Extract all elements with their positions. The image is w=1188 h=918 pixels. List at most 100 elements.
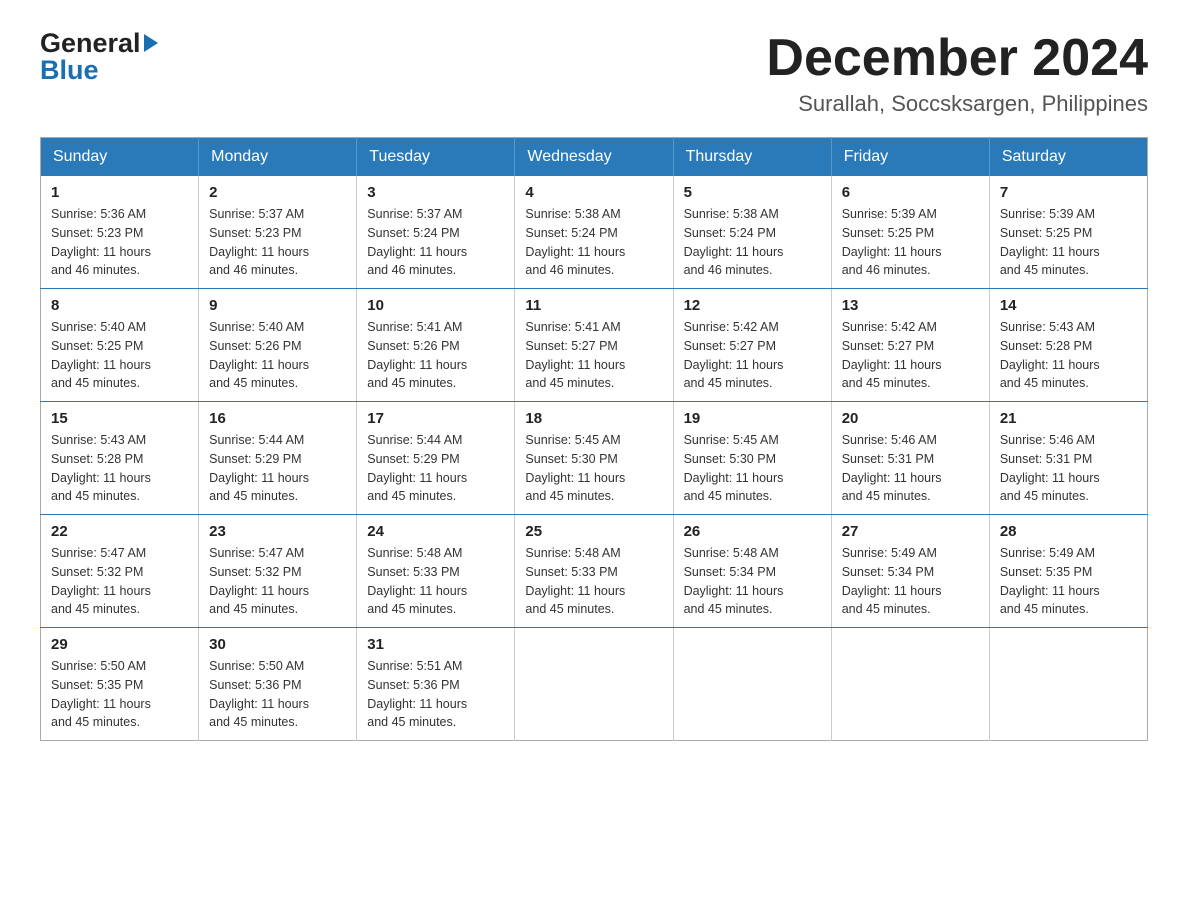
day-info: Sunrise: 5:39 AM Sunset: 5:25 PM Dayligh… xyxy=(842,205,979,280)
calendar-table: SundayMondayTuesdayWednesdayThursdayFrid… xyxy=(40,137,1148,741)
day-number: 19 xyxy=(684,410,821,427)
day-info: Sunrise: 5:40 AM Sunset: 5:25 PM Dayligh… xyxy=(51,318,188,393)
day-info: Sunrise: 5:48 AM Sunset: 5:33 PM Dayligh… xyxy=(367,544,504,619)
calendar-cell: 22Sunrise: 5:47 AM Sunset: 5:32 PM Dayli… xyxy=(41,515,199,628)
day-number: 23 xyxy=(209,523,346,540)
day-info: Sunrise: 5:45 AM Sunset: 5:30 PM Dayligh… xyxy=(525,431,662,506)
day-number: 7 xyxy=(1000,184,1137,201)
day-number: 10 xyxy=(367,297,504,314)
day-number: 3 xyxy=(367,184,504,201)
day-info: Sunrise: 5:48 AM Sunset: 5:33 PM Dayligh… xyxy=(525,544,662,619)
calendar-cell: 17 Sunrise: 5:44 AM Sunset: 5:29 PM Dayli… xyxy=(357,402,515,515)
calendar-cell: 13 Sunrise: 5:42 AM Sunset: 5:27 PM Dayli… xyxy=(831,289,989,402)
day-number: 25 xyxy=(525,523,662,540)
weekday-header-saturday: Saturday xyxy=(989,138,1147,177)
day-info: Sunrise: 5:50 AM Sunset: 5:35 PM Dayligh… xyxy=(51,657,188,732)
weekday-header-friday: Friday xyxy=(831,138,989,177)
calendar-week-row: 22Sunrise: 5:47 AM Sunset: 5:32 PM Dayli… xyxy=(41,515,1148,628)
calendar-cell: 1Sunrise: 5:36 AM Sunset: 5:23 PM Daylig… xyxy=(41,176,199,289)
day-info: Sunrise: 5:45 AM Sunset: 5:30 PM Dayligh… xyxy=(684,431,821,506)
calendar-cell: 7 Sunrise: 5:39 AM Sunset: 5:25 PM Daylig… xyxy=(989,176,1147,289)
day-info: Sunrise: 5:49 AM Sunset: 5:35 PM Dayligh… xyxy=(1000,544,1137,619)
calendar-cell: 31 Sunrise: 5:51 AM Sunset: 5:36 PM Dayli… xyxy=(357,628,515,741)
day-number: 16 xyxy=(209,410,346,427)
day-info: Sunrise: 5:44 AM Sunset: 5:29 PM Dayligh… xyxy=(209,431,346,506)
calendar-cell: 23Sunrise: 5:47 AM Sunset: 5:32 PM Dayli… xyxy=(199,515,357,628)
calendar-week-row: 8 Sunrise: 5:40 AM Sunset: 5:25 PM Daylig… xyxy=(41,289,1148,402)
calendar-cell: 11 Sunrise: 5:41 AM Sunset: 5:27 PM Dayli… xyxy=(515,289,673,402)
day-info: Sunrise: 5:46 AM Sunset: 5:31 PM Dayligh… xyxy=(1000,431,1137,506)
calendar-cell: 6 Sunrise: 5:39 AM Sunset: 5:25 PM Daylig… xyxy=(831,176,989,289)
calendar-cell: 4Sunrise: 5:38 AM Sunset: 5:24 PM Daylig… xyxy=(515,176,673,289)
logo-general-text: General xyxy=(40,30,141,57)
calendar-cell: 30Sunrise: 5:50 AM Sunset: 5:36 PM Dayli… xyxy=(199,628,357,741)
day-info: Sunrise: 5:42 AM Sunset: 5:27 PM Dayligh… xyxy=(684,318,821,393)
day-number: 18 xyxy=(525,410,662,427)
day-number: 8 xyxy=(51,297,188,314)
weekday-header-tuesday: Tuesday xyxy=(357,138,515,177)
calendar-cell: 8 Sunrise: 5:40 AM Sunset: 5:25 PM Daylig… xyxy=(41,289,199,402)
calendar-cell: 15 Sunrise: 5:43 AM Sunset: 5:28 PM Dayli… xyxy=(41,402,199,515)
day-info: Sunrise: 5:42 AM Sunset: 5:27 PM Dayligh… xyxy=(842,318,979,393)
day-info: Sunrise: 5:39 AM Sunset: 5:25 PM Dayligh… xyxy=(1000,205,1137,280)
day-info: Sunrise: 5:51 AM Sunset: 5:36 PM Dayligh… xyxy=(367,657,504,732)
calendar-week-row: 1Sunrise: 5:36 AM Sunset: 5:23 PM Daylig… xyxy=(41,176,1148,289)
calendar-cell xyxy=(673,628,831,741)
calendar-cell: 26Sunrise: 5:48 AM Sunset: 5:34 PM Dayli… xyxy=(673,515,831,628)
day-info: Sunrise: 5:40 AM Sunset: 5:26 PM Dayligh… xyxy=(209,318,346,393)
calendar-cell: 19 Sunrise: 5:45 AM Sunset: 5:30 PM Dayli… xyxy=(673,402,831,515)
day-info: Sunrise: 5:44 AM Sunset: 5:29 PM Dayligh… xyxy=(367,431,504,506)
day-info: Sunrise: 5:43 AM Sunset: 5:28 PM Dayligh… xyxy=(1000,318,1137,393)
day-number: 27 xyxy=(842,523,979,540)
day-number: 20 xyxy=(842,410,979,427)
calendar-cell: 29Sunrise: 5:50 AM Sunset: 5:35 PM Dayli… xyxy=(41,628,199,741)
calendar-cell: 5 Sunrise: 5:38 AM Sunset: 5:24 PM Daylig… xyxy=(673,176,831,289)
calendar-cell: 28Sunrise: 5:49 AM Sunset: 5:35 PM Dayli… xyxy=(989,515,1147,628)
day-number: 26 xyxy=(684,523,821,540)
weekday-header-wednesday: Wednesday xyxy=(515,138,673,177)
calendar-cell xyxy=(515,628,673,741)
day-info: Sunrise: 5:43 AM Sunset: 5:28 PM Dayligh… xyxy=(51,431,188,506)
day-info: Sunrise: 5:41 AM Sunset: 5:26 PM Dayligh… xyxy=(367,318,504,393)
calendar-cell xyxy=(989,628,1147,741)
day-number: 22 xyxy=(51,523,188,540)
day-number: 1 xyxy=(51,184,188,201)
day-number: 31 xyxy=(367,636,504,653)
day-number: 15 xyxy=(51,410,188,427)
day-info: Sunrise: 5:37 AM Sunset: 5:23 PM Dayligh… xyxy=(209,205,346,280)
day-number: 6 xyxy=(842,184,979,201)
calendar-cell: 2 Sunrise: 5:37 AM Sunset: 5:23 PM Daylig… xyxy=(199,176,357,289)
day-number: 2 xyxy=(209,184,346,201)
calendar-cell: 18 Sunrise: 5:45 AM Sunset: 5:30 PM Dayli… xyxy=(515,402,673,515)
day-number: 24 xyxy=(367,523,504,540)
location-title: Surallah, Soccsksargen, Philippines xyxy=(766,91,1148,117)
calendar-cell: 25 Sunrise: 5:48 AM Sunset: 5:33 PM Dayli… xyxy=(515,515,673,628)
weekday-header-row: SundayMondayTuesdayWednesdayThursdayFrid… xyxy=(41,138,1148,177)
calendar-week-row: 15 Sunrise: 5:43 AM Sunset: 5:28 PM Dayli… xyxy=(41,402,1148,515)
calendar-cell: 12Sunrise: 5:42 AM Sunset: 5:27 PM Dayli… xyxy=(673,289,831,402)
day-number: 4 xyxy=(525,184,662,201)
calendar-cell: 24 Sunrise: 5:48 AM Sunset: 5:33 PM Dayli… xyxy=(357,515,515,628)
calendar-cell xyxy=(831,628,989,741)
page-header: General Blue December 2024 Surallah, Soc… xyxy=(40,30,1148,117)
day-info: Sunrise: 5:49 AM Sunset: 5:34 PM Dayligh… xyxy=(842,544,979,619)
day-info: Sunrise: 5:50 AM Sunset: 5:36 PM Dayligh… xyxy=(209,657,346,732)
day-info: Sunrise: 5:38 AM Sunset: 5:24 PM Dayligh… xyxy=(684,205,821,280)
weekday-header-thursday: Thursday xyxy=(673,138,831,177)
calendar-cell: 16 Sunrise: 5:44 AM Sunset: 5:29 PM Dayli… xyxy=(199,402,357,515)
day-info: Sunrise: 5:37 AM Sunset: 5:24 PM Dayligh… xyxy=(367,205,504,280)
day-info: Sunrise: 5:46 AM Sunset: 5:31 PM Dayligh… xyxy=(842,431,979,506)
day-number: 5 xyxy=(684,184,821,201)
calendar-week-row: 29Sunrise: 5:50 AM Sunset: 5:35 PM Dayli… xyxy=(41,628,1148,741)
calendar-cell: 10 Sunrise: 5:41 AM Sunset: 5:26 PM Dayli… xyxy=(357,289,515,402)
day-number: 11 xyxy=(525,297,662,314)
day-number: 17 xyxy=(367,410,504,427)
calendar-cell: 9Sunrise: 5:40 AM Sunset: 5:26 PM Daylig… xyxy=(199,289,357,402)
month-title: December 2024 xyxy=(766,30,1148,87)
day-number: 14 xyxy=(1000,297,1137,314)
title-area: December 2024 Surallah, Soccsksargen, Ph… xyxy=(766,30,1148,117)
logo-blue-text: Blue xyxy=(40,57,158,84)
day-number: 13 xyxy=(842,297,979,314)
weekday-header-sunday: Sunday xyxy=(41,138,199,177)
day-info: Sunrise: 5:41 AM Sunset: 5:27 PM Dayligh… xyxy=(525,318,662,393)
